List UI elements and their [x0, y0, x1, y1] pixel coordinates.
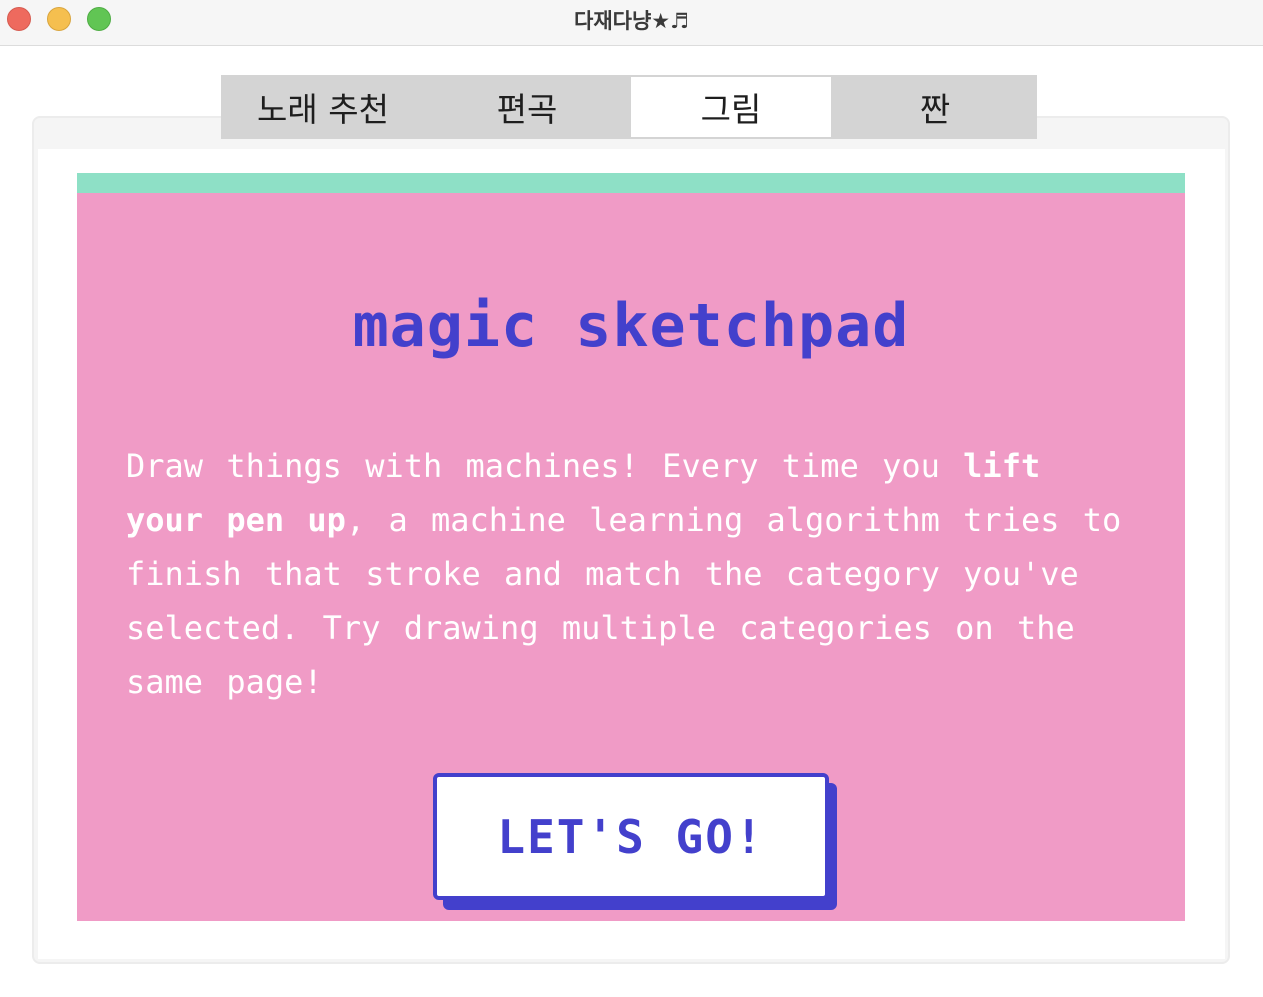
title-bar: 다재다냥★♬	[0, 0, 1263, 46]
tab-arrange[interactable]: 편곡	[425, 75, 629, 139]
card-top-stripe	[77, 173, 1185, 193]
tab-song-recommend[interactable]: 노래 추천	[221, 75, 425, 139]
tab-bar: 노래 추천 편곡 그림 짠	[221, 75, 1037, 139]
window-title: 다재다냥★♬	[574, 9, 689, 33]
tab-cheers[interactable]: 짠	[833, 75, 1037, 139]
card-description: Draw things with machines! Every time yo…	[126, 439, 1136, 709]
card-title: magic sketchpad	[352, 291, 910, 361]
description-text-start: Draw things with machines! Every time yo…	[126, 447, 964, 485]
lets-go-button[interactable]: LET'S GO!	[433, 773, 829, 900]
tab-drawing[interactable]: 그림	[629, 75, 833, 139]
